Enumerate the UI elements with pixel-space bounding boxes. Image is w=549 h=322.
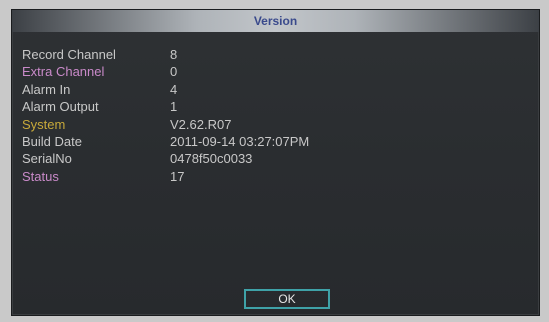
- status-value: 17: [170, 168, 185, 184]
- info-row-record-channel: Record Channel 8: [22, 46, 522, 63]
- alarm-in-value: 4: [170, 81, 178, 97]
- dialog-title: Version: [253, 14, 298, 28]
- info-row-alarm-in: Alarm In 4: [22, 81, 522, 98]
- extra-channel-value: 0: [170, 64, 178, 80]
- serial-no-value: 0478f50c0033: [170, 151, 253, 167]
- serial-no-label: SerialNo: [22, 151, 72, 167]
- info-row-extra-channel: Extra Channel 0: [22, 63, 522, 80]
- ok-button[interactable]: OK: [244, 289, 330, 309]
- build-date-label: Build Date: [22, 133, 82, 149]
- version-info: Record Channel 8 Extra Channel 0 Alarm I…: [22, 46, 522, 185]
- alarm-in-label: Alarm In: [22, 81, 71, 97]
- alarm-output-label: Alarm Output: [22, 99, 99, 115]
- screen: Version Record Channel 8 Extra Channel 0…: [0, 0, 549, 322]
- info-row-system: System V2.62.R07: [22, 116, 522, 133]
- title-bar: Version: [12, 10, 539, 32]
- info-row-serial-no: SerialNo 0478f50c0033: [22, 150, 522, 167]
- info-row-alarm-output: Alarm Output 1: [22, 98, 522, 115]
- system-value: V2.62.R07: [170, 116, 232, 132]
- info-row-build-date: Build Date 2011-09-14 03:27:07PM: [22, 133, 522, 150]
- info-row-status: Status 17: [22, 168, 522, 185]
- record-channel-label: Record Channel: [22, 47, 116, 62]
- system-label: System: [22, 116, 66, 132]
- version-dialog: Version Record Channel 8 Extra Channel 0…: [11, 9, 540, 316]
- record-channel-value: 8: [170, 47, 178, 62]
- alarm-output-value: 1: [170, 99, 178, 115]
- build-date-value: 2011-09-14 03:27:07PM: [170, 133, 310, 149]
- extra-channel-label: Extra Channel: [22, 64, 105, 80]
- status-label: Status: [22, 168, 59, 184]
